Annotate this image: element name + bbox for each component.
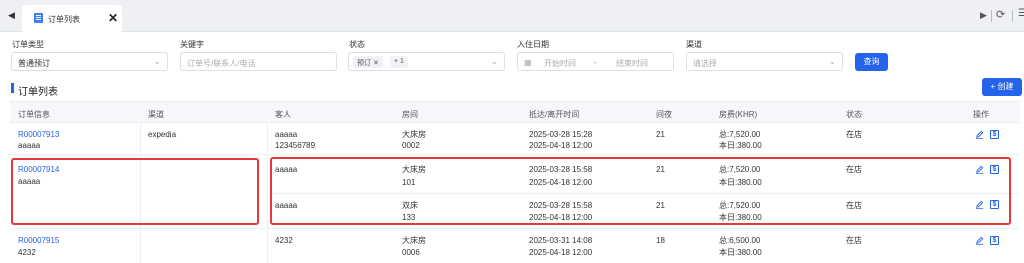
- chevron-down-icon: ⌄: [153, 56, 161, 66]
- edit-icon[interactable]: [975, 130, 984, 139]
- arrive-time: 2025-03-28 15:28: [529, 130, 593, 139]
- table-header: 订单信息 渠道 客人 房间 抵达/离开时间 间夜 房费(KHR) 状态 操作: [10, 101, 1020, 123]
- order-type-select[interactable]: 普通预订 ⌄: [11, 52, 168, 71]
- list-title: 订单列表: [18, 87, 58, 98]
- start-date-input[interactable]: 开始时间: [544, 58, 576, 69]
- order-name: aaaaa: [18, 141, 41, 150]
- leave-time: 2025-04-18 12:00: [529, 248, 593, 257]
- fee-total: 总:6,500.00: [719, 236, 761, 245]
- end-date-input[interactable]: 结束时间: [616, 58, 648, 69]
- document-icon: [34, 13, 43, 23]
- chevron-down-icon: ⌄: [828, 56, 836, 66]
- create-button[interactable]: + 创建: [982, 78, 1022, 96]
- tab-order-list[interactable]: 订单列表 ✕: [22, 5, 122, 32]
- col-status: 状态: [846, 110, 862, 119]
- status-tag: 预订 ✕: [353, 56, 383, 68]
- arrive-time: 2025-03-31 14:08: [529, 236, 593, 245]
- chevron-down-icon: ⌄: [490, 56, 498, 66]
- keyword-placeholder: 订单号/联系人/电话: [187, 59, 256, 68]
- guest-name: 4232: [275, 236, 293, 245]
- divider: [10, 154, 1020, 155]
- fee-total: 总:7,520.00: [719, 130, 761, 139]
- fee-daily: 本日:380.00: [719, 141, 762, 150]
- col-room: 房间: [402, 110, 418, 119]
- leave-time: 2025-04-18 12:00: [529, 141, 593, 150]
- divider: [1012, 10, 1013, 22]
- date-separator: -: [594, 58, 597, 67]
- channel-placeholder: 请选择: [693, 59, 717, 68]
- highlight-box-order: [11, 158, 259, 225]
- col-order-info: 订单信息: [18, 110, 50, 119]
- edit-icon[interactable]: [975, 236, 984, 245]
- order-number-link[interactable]: R00007913: [18, 129, 59, 140]
- keyword-label: 关键字: [180, 40, 204, 49]
- status-select[interactable]: 预订 ✕ + 1 ⌄: [348, 52, 505, 71]
- status: 在店: [846, 236, 862, 245]
- order-type-value: 普通预订: [18, 59, 50, 68]
- order-name: 4232: [18, 248, 36, 257]
- guest-name: aaaaa: [275, 130, 298, 139]
- col-actions: 操作: [973, 110, 989, 119]
- nights: 18: [656, 236, 665, 245]
- close-icon[interactable]: ✕: [108, 11, 118, 25]
- calendar-icon: ▦: [524, 58, 532, 67]
- checkin-date-range[interactable]: ▦ 开始时间 - 结束时间: [517, 52, 674, 71]
- status-label: 状态: [349, 40, 365, 49]
- scroll-left-icon[interactable]: ◀: [8, 10, 15, 21]
- tab-label: 订单列表: [48, 15, 80, 24]
- room-number: 0006: [402, 248, 420, 257]
- col-channel: 渠道: [148, 110, 164, 119]
- fee-daily: 本日:380.00: [719, 248, 762, 257]
- tab-bar: ◀ 订单列表 ✕ ▶ ⟳ ☰: [0, 0, 1024, 32]
- channel-label: 渠道: [686, 40, 702, 49]
- room-number: 0002: [402, 141, 420, 150]
- payment-icon[interactable]: $: [990, 130, 999, 139]
- room-type: 大床房: [402, 236, 426, 245]
- divider: [991, 10, 992, 22]
- col-arrive-leave: 抵达/离开时间: [529, 110, 580, 119]
- order-number-link[interactable]: R00007915: [18, 235, 59, 246]
- status-tag-more: + 1: [390, 56, 408, 68]
- search-button[interactable]: 查询: [855, 53, 888, 71]
- channel-select[interactable]: 请选择 ⌄: [686, 52, 843, 71]
- keyword-input[interactable]: 订单号/联系人/电话: [180, 52, 337, 71]
- scroll-right-icon[interactable]: ▶: [980, 10, 987, 21]
- room-type: 大床房: [402, 130, 426, 139]
- col-room-fee: 房费(KHR): [719, 110, 758, 119]
- payment-icon[interactable]: $: [990, 236, 999, 245]
- channel: expedia: [148, 130, 177, 139]
- col-guest: 客人: [275, 110, 291, 119]
- checkin-label: 入住日期: [517, 40, 549, 49]
- col-nights: 间夜: [656, 110, 672, 119]
- order-type-label: 订单类型: [12, 40, 44, 49]
- nights: 21: [656, 130, 665, 139]
- refresh-icon[interactable]: ⟳: [996, 8, 1005, 21]
- title-accent-bar: [11, 83, 14, 93]
- divider: [10, 228, 1020, 229]
- guest-phone: 123456789: [275, 141, 316, 150]
- menu-icon[interactable]: ☰: [1018, 8, 1024, 19]
- status: 在店: [846, 130, 862, 139]
- highlight-box-rooms: [270, 157, 1011, 225]
